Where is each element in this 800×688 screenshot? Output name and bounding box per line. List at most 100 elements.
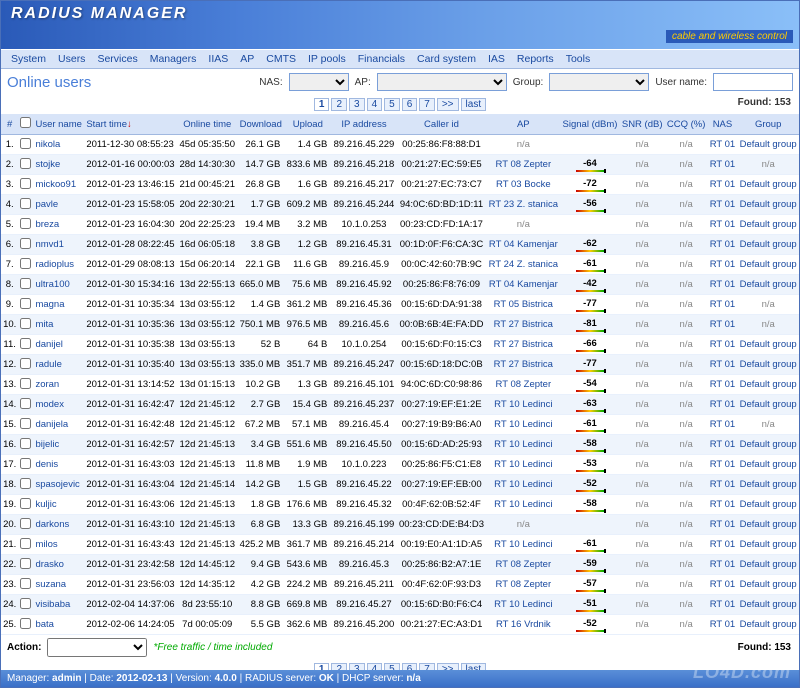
- nas-link[interactable]: RT 01: [710, 439, 736, 450]
- group-link[interactable]: Default group: [740, 499, 797, 510]
- username-link[interactable]: danijela: [35, 419, 68, 430]
- group-link[interactable]: Default group: [740, 479, 797, 490]
- username-link[interactable]: kuljic: [35, 499, 56, 510]
- username-link[interactable]: stojke: [35, 159, 60, 170]
- row-checkbox[interactable]: [20, 298, 31, 309]
- username-link[interactable]: suzana: [35, 579, 66, 590]
- col-online-time[interactable]: Online time: [177, 114, 237, 135]
- page-7[interactable]: 7: [419, 98, 435, 111]
- ap-select[interactable]: [377, 73, 507, 91]
- row-checkbox[interactable]: [20, 358, 31, 369]
- col-ap[interactable]: AP: [486, 114, 560, 135]
- nas-link[interactable]: RT 01: [710, 399, 736, 410]
- group-link[interactable]: Default group: [740, 339, 797, 350]
- page-3[interactable]: 3: [349, 98, 365, 111]
- ap-link[interactable]: RT 10 Ledinci: [494, 419, 552, 430]
- group-link[interactable]: Default group: [740, 519, 797, 530]
- row-checkbox[interactable]: [20, 618, 31, 629]
- menu-services[interactable]: Services: [91, 51, 143, 67]
- nas-link[interactable]: RT 01: [710, 379, 736, 390]
- username-link[interactable]: pavle: [35, 199, 58, 210]
- username-link[interactable]: radioplus: [35, 259, 74, 270]
- col-group[interactable]: Group: [737, 114, 799, 135]
- nas-link[interactable]: RT 01: [710, 459, 736, 470]
- ap-link[interactable]: RT 03 Bocke: [496, 179, 551, 190]
- group-link[interactable]: Default group: [740, 219, 797, 230]
- username-link[interactable]: bata: [35, 619, 54, 630]
- ap-link[interactable]: RT 10 Ledinci: [494, 599, 552, 610]
- row-checkbox[interactable]: [20, 278, 31, 289]
- group-link[interactable]: Default group: [740, 179, 797, 190]
- row-checkbox[interactable]: [20, 558, 31, 569]
- row-checkbox[interactable]: [20, 438, 31, 449]
- menu-ip-pools[interactable]: IP pools: [302, 51, 352, 67]
- ap-link[interactable]: RT 10 Ledinci: [494, 459, 552, 470]
- group-link[interactable]: Default group: [740, 139, 797, 150]
- col-signal-dbm-[interactable]: Signal (dBm): [560, 114, 619, 135]
- nas-link[interactable]: RT 01: [710, 359, 736, 370]
- ap-link[interactable]: RT 08 Zepter: [496, 579, 552, 590]
- row-checkbox[interactable]: [20, 378, 31, 389]
- ap-link[interactable]: RT 04 Kamenjar: [489, 279, 558, 290]
- ap-link[interactable]: RT 08 Zepter: [496, 159, 552, 170]
- row-checkbox[interactable]: [20, 338, 31, 349]
- username-link[interactable]: bijelic: [35, 439, 59, 450]
- col-ccq-[interactable]: CCQ (%): [665, 114, 708, 135]
- row-checkbox[interactable]: [20, 398, 31, 409]
- group-link[interactable]: Default group: [740, 379, 797, 390]
- menu-card-system[interactable]: Card system: [411, 51, 482, 67]
- username-link[interactable]: denis: [35, 459, 58, 470]
- group-link[interactable]: Default group: [740, 199, 797, 210]
- nas-link[interactable]: RT 01: [710, 259, 736, 270]
- row-checkbox[interactable]: [20, 478, 31, 489]
- menu-tools[interactable]: Tools: [560, 51, 597, 67]
- row-checkbox[interactable]: [20, 218, 31, 229]
- row-checkbox[interactable]: [20, 158, 31, 169]
- page-4[interactable]: 4: [367, 98, 383, 111]
- row-checkbox[interactable]: [20, 578, 31, 589]
- nas-link[interactable]: RT 01: [710, 219, 736, 230]
- ap-link[interactable]: RT 23 Z. stanica: [489, 199, 558, 210]
- nas-link[interactable]: RT 01: [710, 479, 736, 490]
- nas-link[interactable]: RT 01: [710, 159, 736, 170]
- group-link[interactable]: Default group: [740, 259, 797, 270]
- ap-link[interactable]: RT 24 Z. stanica: [489, 259, 558, 270]
- row-checkbox[interactable]: [20, 258, 31, 269]
- page-last[interactable]: last: [461, 98, 487, 111]
- ap-link[interactable]: RT 27 Bistrica: [494, 339, 553, 350]
- row-checkbox[interactable]: [20, 418, 31, 429]
- row-checkbox[interactable]: [20, 178, 31, 189]
- group-select[interactable]: [549, 73, 649, 91]
- select-all-checkbox[interactable]: [20, 117, 31, 128]
- username-link[interactable]: drasko: [35, 559, 64, 570]
- ap-link[interactable]: RT 08 Zepter: [496, 559, 552, 570]
- nas-link[interactable]: RT 01: [710, 539, 736, 550]
- username-link[interactable]: breza: [35, 219, 59, 230]
- row-checkbox[interactable]: [20, 198, 31, 209]
- row-checkbox[interactable]: [20, 518, 31, 529]
- row-checkbox[interactable]: [20, 138, 31, 149]
- nas-link[interactable]: RT 01: [710, 419, 736, 430]
- page-2[interactable]: 2: [331, 98, 347, 111]
- page->>[interactable]: >>: [437, 98, 459, 111]
- username-link[interactable]: radule: [35, 359, 61, 370]
- username-link[interactable]: ultra100: [35, 279, 69, 290]
- nas-link[interactable]: RT 01: [710, 339, 736, 350]
- col-caller-id[interactable]: Caller id: [397, 114, 487, 135]
- menu-reports[interactable]: Reports: [511, 51, 560, 67]
- username-link[interactable]: mickoo91: [35, 179, 76, 190]
- ap-link[interactable]: RT 10 Ledinci: [494, 539, 552, 550]
- group-link[interactable]: Default group: [740, 359, 797, 370]
- username-link[interactable]: darkons: [35, 519, 69, 530]
- ap-link[interactable]: RT 10 Ledinci: [494, 439, 552, 450]
- group-link[interactable]: Default group: [740, 399, 797, 410]
- group-link[interactable]: Default group: [740, 239, 797, 250]
- username-link[interactable]: nikola: [35, 139, 60, 150]
- nas-select[interactable]: [289, 73, 349, 91]
- group-link[interactable]: Default group: [740, 439, 797, 450]
- username-link[interactable]: danijel: [35, 339, 62, 350]
- menu-system[interactable]: System: [5, 51, 52, 67]
- nas-link[interactable]: RT 01: [710, 499, 736, 510]
- username-link[interactable]: spasojevic: [35, 479, 79, 490]
- menu-managers[interactable]: Managers: [144, 51, 203, 67]
